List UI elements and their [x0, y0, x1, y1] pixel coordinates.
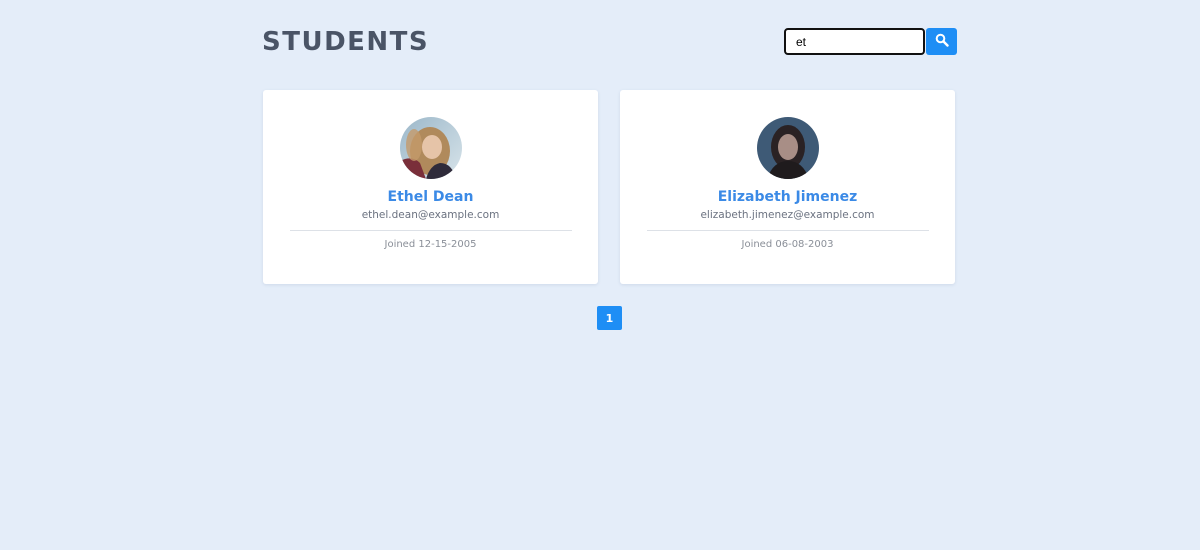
- page: STUDENTS et Ethel Dean ethel.dean@exampl…: [0, 0, 1200, 550]
- student-name[interactable]: Ethel Dean: [263, 189, 598, 205]
- divider: [646, 230, 929, 231]
- student-card[interactable]: Ethel Dean ethel.dean@example.com Joined…: [263, 90, 598, 284]
- joined-date: Joined 12-15-2005: [384, 239, 477, 250]
- search-input[interactable]: [784, 28, 925, 55]
- search-button[interactable]: [926, 28, 957, 55]
- avatar: [756, 117, 819, 179]
- page-button-1[interactable]: 1: [597, 306, 622, 330]
- avatar: [399, 117, 462, 179]
- pagination: 1: [597, 306, 622, 330]
- search-icon: [935, 33, 949, 50]
- student-email: ethel.dean@example.com: [361, 209, 500, 221]
- divider: [289, 230, 572, 231]
- page-title: STUDENTS: [262, 27, 430, 57]
- student-email: elizabeth.jimenez@example.com: [700, 209, 875, 221]
- student-card[interactable]: Elizabeth Jimenez elizabeth.jimenez@exam…: [620, 90, 955, 284]
- student-name[interactable]: Elizabeth Jimenez: [620, 189, 955, 205]
- student-card-list: Ethel Dean ethel.dean@example.com Joined…: [263, 90, 955, 284]
- joined-date: Joined 06-08-2003: [741, 239, 834, 250]
- search-bar: [784, 28, 957, 55]
